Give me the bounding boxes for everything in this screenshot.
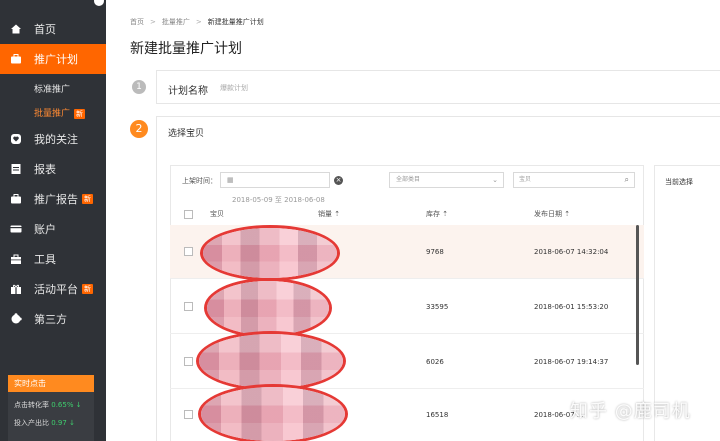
collapse-toggle[interactable] xyxy=(92,0,106,8)
select-items-label: 选择宝贝 xyxy=(168,129,205,139)
row-checkbox[interactable] xyxy=(184,247,193,256)
conversion-rate: 点击转化率 0.65% ↓ xyxy=(14,401,82,409)
toolbox-icon xyxy=(10,253,22,265)
chevron-down-icon: ⌄ xyxy=(492,176,498,184)
roi: 投入产出比 0.97 ↓ xyxy=(14,419,75,427)
redacted-item-image xyxy=(196,331,346,391)
date-value: 2018-06-07 19:14:37 xyxy=(534,358,609,366)
table-row[interactable]: 9768 2018-06-07 14:32:04 xyxy=(170,225,644,281)
breadcrumb-parent[interactable]: 批量推广 xyxy=(162,18,190,26)
breadcrumb: 首页 > 批量推广 > 新建批量推广计划 xyxy=(130,17,264,27)
down-arrow-icon: ↓ xyxy=(75,401,82,409)
new-badge: 新 xyxy=(82,194,93,204)
redacted-item-image xyxy=(200,225,340,281)
col-item: 宝贝 xyxy=(210,210,224,218)
sort-icon: ⇡ xyxy=(564,210,571,218)
date-value: 2018-06-01 15:53:20 xyxy=(534,303,609,311)
briefcase-icon xyxy=(10,53,22,65)
report-icon xyxy=(10,163,22,175)
page-title: 新建批量推广计划 xyxy=(130,41,242,57)
sidebar-item-label: 我的关注 xyxy=(34,133,78,146)
sidebar-item-campaigns[interactable]: 推广计划 xyxy=(0,44,106,74)
sidebar-item-label: 报表 xyxy=(34,163,56,176)
down-arrow-icon: ↓ xyxy=(69,419,75,427)
breadcrumb-current: 新建批量推广计划 xyxy=(207,18,264,26)
sidebar-item-promo-report[interactable]: 推广报告新 xyxy=(0,184,106,214)
table-row[interactable]: 33595 2018-06-01 15:53:20 xyxy=(170,278,644,338)
sidebar-item-report[interactable]: 报表 xyxy=(0,154,106,184)
sidebar-item-label: 工具 xyxy=(34,253,56,266)
redacted-item-image xyxy=(198,384,348,441)
listing-time-label: 上架时间： xyxy=(182,177,217,185)
heart-icon xyxy=(10,133,22,145)
watermark-text: 知乎 @鹿司机 xyxy=(570,401,691,422)
sidebar-item-label: 账户 xyxy=(34,223,56,236)
category-select[interactable]: 全部类目 ⌄ xyxy=(389,172,504,188)
chevron-right-icon: > xyxy=(150,18,156,26)
sort-icon: ⇡ xyxy=(442,210,449,218)
new-badge: 新 xyxy=(74,109,86,119)
plan-name-input[interactable]: 爆款计划 xyxy=(220,80,420,96)
row-checkbox[interactable] xyxy=(184,410,193,419)
select-all-checkbox[interactable] xyxy=(184,210,193,219)
realtime-panel: 实时点击 点击转化率 0.65% ↓ 投入产出比 0.97 ↓ xyxy=(8,375,94,441)
stock-value: 6026 xyxy=(426,358,444,366)
stock-value: 9768 xyxy=(426,248,444,256)
row-checkbox[interactable] xyxy=(184,302,193,311)
briefcase-icon xyxy=(10,193,22,205)
sidebar-item-follow[interactable]: 我的关注 xyxy=(0,124,106,154)
clear-icon[interactable]: × xyxy=(334,176,343,185)
sidebar-item-label: 推广报告 xyxy=(34,193,78,206)
plan-name-label: 计划名称 xyxy=(168,86,208,97)
row-checkbox[interactable] xyxy=(184,357,193,366)
sidebar-subitem-batch[interactable]: 批量推广新 xyxy=(34,106,86,119)
table-row[interactable]: 6026 2018-06-07 19:14:37 xyxy=(170,331,644,391)
stock-value: 33595 xyxy=(426,303,449,311)
home-icon xyxy=(10,23,22,35)
table-header: 宝贝 销量 ⇡ 库存 ⇡ 发布日期 ⇡ xyxy=(170,205,644,225)
search-icon[interactable]: ⌕ xyxy=(625,173,629,187)
sidebar-item-home[interactable]: 首页 xyxy=(0,14,106,44)
step-1-number: 1 xyxy=(132,80,146,94)
date-range-input[interactable]: ▦ xyxy=(220,172,330,188)
gift-icon xyxy=(10,283,22,295)
sidebar-item-events[interactable]: 活动平台新 xyxy=(0,274,106,304)
realtime-title: 实时点击 xyxy=(8,375,94,392)
sidebar-item-label: 活动平台 xyxy=(34,283,78,296)
item-search-input[interactable]: 宝贝 ⌕ xyxy=(513,172,635,188)
chevron-right-icon: > xyxy=(195,18,202,26)
redacted-item-image xyxy=(204,278,332,338)
sidebar-item-label: 第三方 xyxy=(34,313,67,326)
card-icon xyxy=(10,223,22,235)
table-scrollbar[interactable] xyxy=(636,225,639,365)
col-date[interactable]: 发布日期 ⇡ xyxy=(534,209,570,219)
sidebar-item-label: 推广计划 xyxy=(34,53,78,66)
step-2-number: 2 xyxy=(130,120,148,138)
new-badge: 新 xyxy=(82,284,93,294)
sidebar-item-label: 首页 xyxy=(34,23,56,36)
sidebar: 首页 推广计划 标准推广 批量推广新 我的关注 报表 推广报告新 账户 工具 活… xyxy=(0,0,106,441)
sidebar-item-account[interactable]: 账户 xyxy=(0,214,106,244)
sidebar-item-third-party[interactable]: 第三方 xyxy=(0,304,106,334)
sort-icon: ⇡ xyxy=(334,210,341,218)
col-stock[interactable]: 库存 ⇡ xyxy=(426,209,448,219)
sidebar-subitem-standard[interactable]: 标准推广 xyxy=(34,82,70,95)
calendar-icon: ▦ xyxy=(227,176,234,184)
current-selection-title: 当前选择 xyxy=(665,178,693,186)
date-value: 2018-06-07 14:32:04 xyxy=(534,248,609,256)
col-sales[interactable]: 销量 ⇡ xyxy=(318,209,340,219)
main-content: 首页 > 批量推广 > 新建批量推广计划 新建批量推广计划 1 计划名称 爆款计划 2 … xyxy=(106,0,720,441)
date-range-text: 2018-05-09 至 2018-06-08 xyxy=(232,196,325,204)
puzzle-icon xyxy=(10,313,22,325)
stock-value: 16518 xyxy=(426,411,449,419)
sidebar-item-tools[interactable]: 工具 xyxy=(0,244,106,274)
breadcrumb-home[interactable]: 首页 xyxy=(130,18,144,26)
